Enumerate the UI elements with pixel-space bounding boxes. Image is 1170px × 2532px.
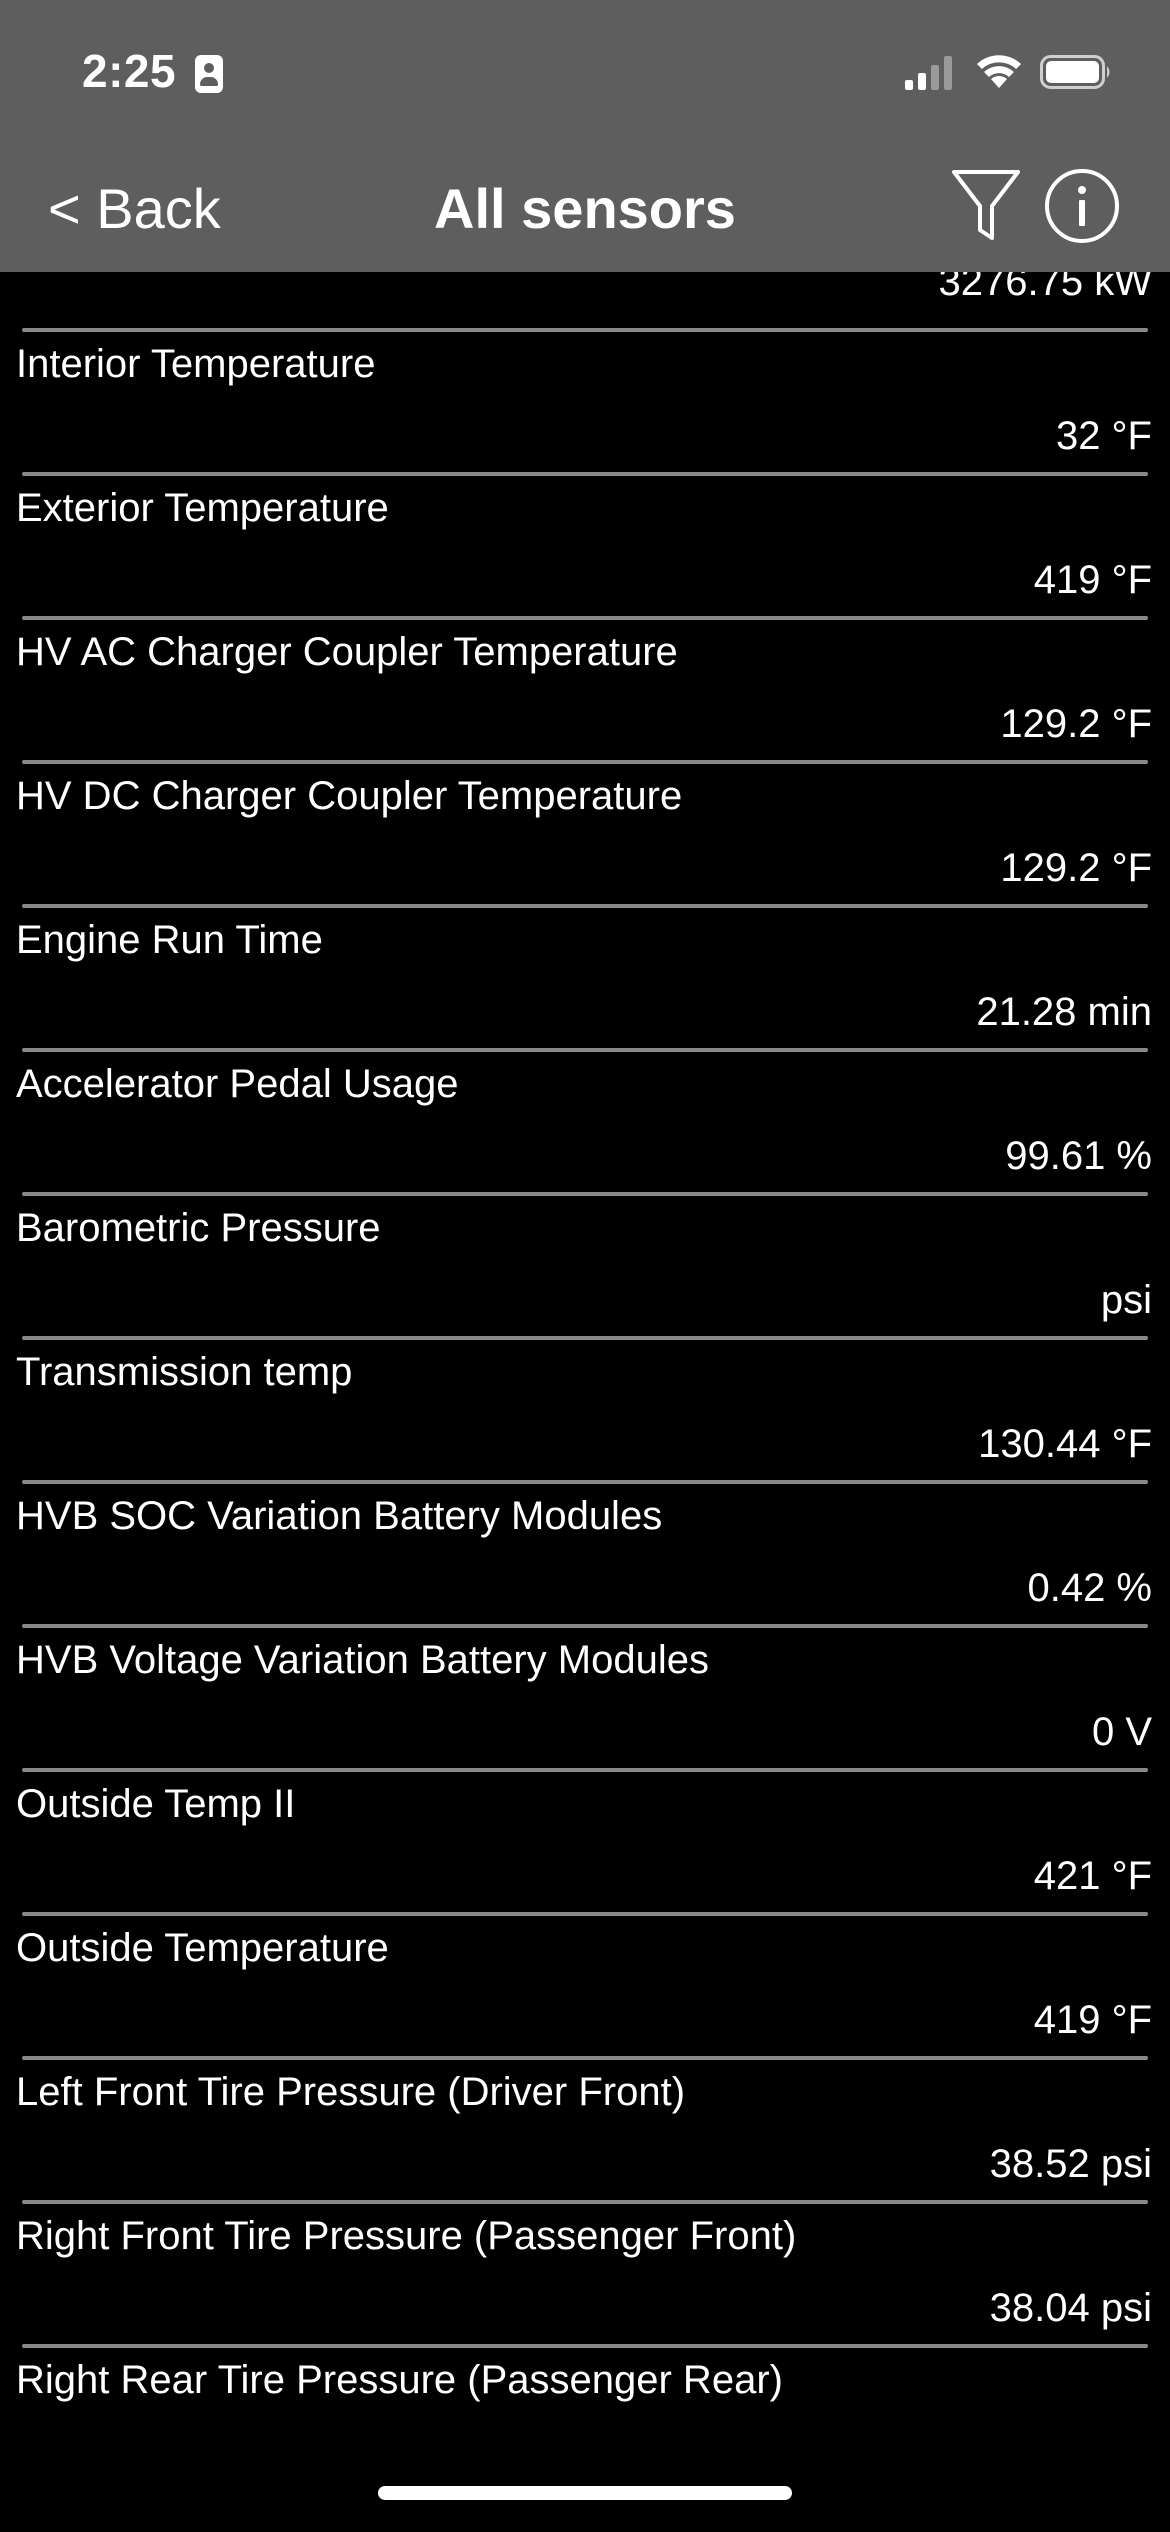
sensor-row[interactable]: Right Front Tire Pressure (Passenger Fro… [0,2208,1170,2352]
sensor-name: Transmission temp [16,1350,353,1394]
separator [22,1768,1148,1772]
sensor-name: Accelerator Pedal Usage [16,1062,459,1106]
separator [22,1192,1148,1196]
sensor-value: 0 V [1091,1710,1152,1754]
sensor-name: Right Rear Tire Pressure (Passenger Rear… [16,2358,783,2402]
sensor-row[interactable]: HVB SOC Variation Battery Modules 0.42 % [0,1488,1170,1632]
sensor-row[interactable]: Right Rear Tire Pressure (Passenger Rear… [0,2352,1170,2422]
sensor-value: psi [1100,1278,1152,1322]
separator [22,2056,1148,2060]
sensor-value: 130.44 °F [978,1422,1152,1466]
cellular-signal-icon [905,56,952,90]
sensor-row[interactable]: HVB Voltage Variation Battery Modules 0 … [0,1632,1170,1776]
sensor-name: Outside Temp II [16,1782,296,1826]
top-bar: 2:25 < Back All sensors [0,0,1170,272]
separator [22,472,1148,476]
sensor-value: 21.28 min [976,990,1152,1034]
info-icon[interactable] [1044,168,1120,244]
sensor-value: 32 °F [1055,414,1152,458]
sensor-value: 0.42 % [1027,1566,1152,1610]
sensor-name: HVB SOC Variation Battery Modules [16,1494,663,1538]
sensor-row[interactable]: Engine Run Time 21.28 min [0,912,1170,1056]
sensor-value: 38.52 psi [989,2142,1152,2186]
sensor-row[interactable]: Accelerator Pedal Usage 99.61 % [0,1056,1170,1200]
separator [22,904,1148,908]
id-card-icon [195,55,223,93]
sensor-name: Right Front Tire Pressure (Passenger Fro… [16,2214,797,2258]
separator [22,1480,1148,1484]
sensor-row[interactable]: Barometric Pressure psi [0,1200,1170,1344]
separator [22,2344,1148,2348]
separator [22,328,1148,332]
back-button[interactable]: < Back [48,176,221,241]
sensor-value: 99.61 % [1005,1134,1152,1178]
sensor-value: 419 °F [1033,1998,1152,2042]
battery-icon [1040,55,1110,89]
sensor-name: Interior Temperature [16,342,376,386]
sensor-row[interactable]: Exterior Temperature 419 °F [0,480,1170,624]
sensor-name: Engine Run Time [16,918,323,962]
sensor-row[interactable]: HV AC Charger Coupler Temperature 129.2 … [0,624,1170,768]
sensor-value-partial: 3276.75 kW [938,272,1152,304]
sensor-value: 129.2 °F [1000,702,1152,746]
sensor-row[interactable]: Left Front Tire Pressure (Driver Front) … [0,2064,1170,2208]
sensor-list[interactable]: 3276.75 kW Interior Temperature 32 °F Ex… [0,272,1170,2422]
separator [22,2200,1148,2204]
separator [22,1624,1148,1628]
sensor-name: Outside Temperature [16,1926,389,1970]
sensor-value: 421 °F [1033,1854,1152,1898]
wifi-icon [977,55,1021,88]
filter-icon[interactable] [950,166,1022,244]
sensor-row[interactable]: Outside Temp II 421 °F [0,1776,1170,1920]
sensor-name: HVB Voltage Variation Battery Modules [16,1638,709,1682]
sensor-name: HV AC Charger Coupler Temperature [16,630,678,674]
separator [22,1336,1148,1340]
separator [22,616,1148,620]
sensor-name: Left Front Tire Pressure (Driver Front) [16,2070,686,2114]
separator [22,760,1148,764]
separator [22,1048,1148,1052]
separator [22,1912,1148,1916]
sensor-value: 419 °F [1033,558,1152,602]
sensor-row[interactable]: Transmission temp 130.44 °F [0,1344,1170,1488]
status-time: 2:25 [82,45,177,97]
sensor-value: 129.2 °F [1000,846,1152,890]
sensor-row[interactable]: HV DC Charger Coupler Temperature 129.2 … [0,768,1170,912]
sensor-name: Exterior Temperature [16,486,389,530]
home-indicator[interactable] [378,2486,792,2500]
sensor-name: Barometric Pressure [16,1206,381,1250]
sensor-row[interactable]: Interior Temperature 32 °F [0,336,1170,480]
sensor-name: HV DC Charger Coupler Temperature [16,774,683,818]
sensor-row[interactable]: Outside Temperature 419 °F [0,1920,1170,2064]
sensor-value: 38.04 psi [989,2286,1152,2330]
